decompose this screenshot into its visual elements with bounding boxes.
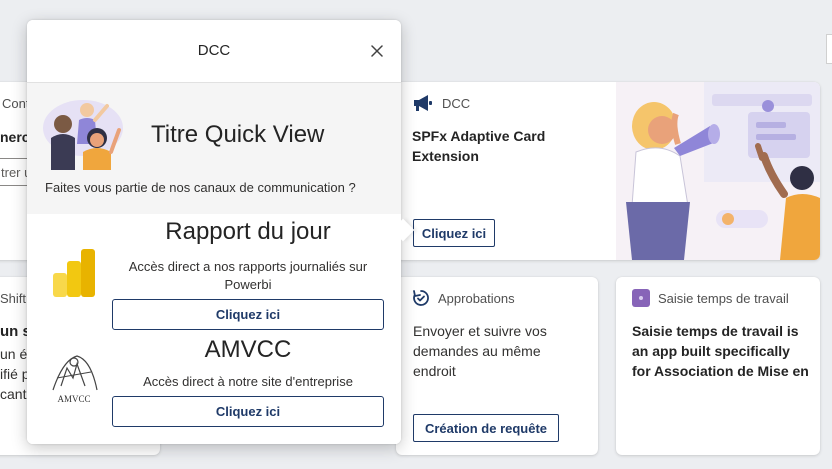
dialog-header: DCC — [27, 20, 401, 83]
card-app-name: DCC — [442, 95, 471, 111]
card-line: un él — [0, 346, 31, 362]
powerbi-icon — [53, 249, 95, 297]
card-line: ifié p — [0, 366, 30, 382]
create-request-button[interactable]: Création de requête — [413, 414, 559, 442]
card-app-name: Saisie temps de travail — [658, 290, 789, 306]
dcc-card-button[interactable]: Cliquez ici — [413, 219, 495, 247]
card-app-name: Approbations — [438, 290, 515, 306]
card-saisie-temps[interactable]: Saisie temps de travail Saisie temps de … — [616, 277, 820, 455]
section-description: Accès direct a nos rapports journaliés s… — [128, 259, 368, 274]
card-app-name: Shift — [0, 291, 27, 306]
card-line: Saisie temps de travail is — [632, 323, 799, 339]
section-description: Powerbi — [224, 277, 272, 292]
quick-view-subtitle: Faites vous partie de nos canaux de comm… — [45, 180, 356, 195]
section-description: Accès direct à notre site d'entreprise — [143, 374, 353, 389]
quick-view-dialog[interactable]: DCC Titre Quick View Faites vous partie … — [27, 20, 415, 444]
close-icon[interactable] — [367, 41, 387, 61]
card-line: cant. — [0, 386, 31, 402]
card-app-name: Cont — [2, 96, 30, 111]
card-line: Envoyer et suivre vos — [413, 323, 547, 339]
quick-view-heading: Titre Quick View — [151, 121, 325, 148]
dialog-title: DCC — [197, 42, 231, 59]
amvcc-logo-text: AMVCC — [57, 394, 91, 404]
rapport-button[interactable]: Cliquez ici — [112, 299, 384, 330]
card-title: Extension — [412, 148, 479, 164]
section-amvcc: AMVCC AMVCC Accès direct à notre site d'… — [27, 334, 401, 444]
megaphone-icon — [414, 95, 432, 111]
section-title: Rapport du jour — [165, 218, 331, 245]
amvcc-button[interactable]: Cliquez ici — [112, 396, 384, 427]
scrollbar-edge[interactable] — [826, 34, 832, 64]
card-title: SPFx Adaptive Card — [412, 128, 546, 144]
team-illustration — [43, 100, 123, 170]
people-megaphone-illustration — [616, 82, 820, 260]
card-line: endroit — [413, 363, 456, 379]
timesheet-icon — [632, 289, 650, 307]
card-line: for Association de Mise en — [632, 363, 809, 379]
amvcc-logo: AMVCC — [47, 350, 101, 406]
approvals-icon — [413, 290, 429, 306]
section-rapport: Rapport du jour Accès direct a nos rappo… — [27, 214, 401, 334]
card-dcc[interactable]: DCC SPFx Adaptive Card Extension Cliquez… — [396, 82, 820, 260]
card-line: an app built specifically — [632, 343, 790, 359]
card-line: demandes au même — [413, 343, 541, 359]
section-title: AMVCC — [204, 336, 292, 363]
card-approbations[interactable]: Approbations Envoyer et suivre vos deman… — [396, 277, 598, 455]
